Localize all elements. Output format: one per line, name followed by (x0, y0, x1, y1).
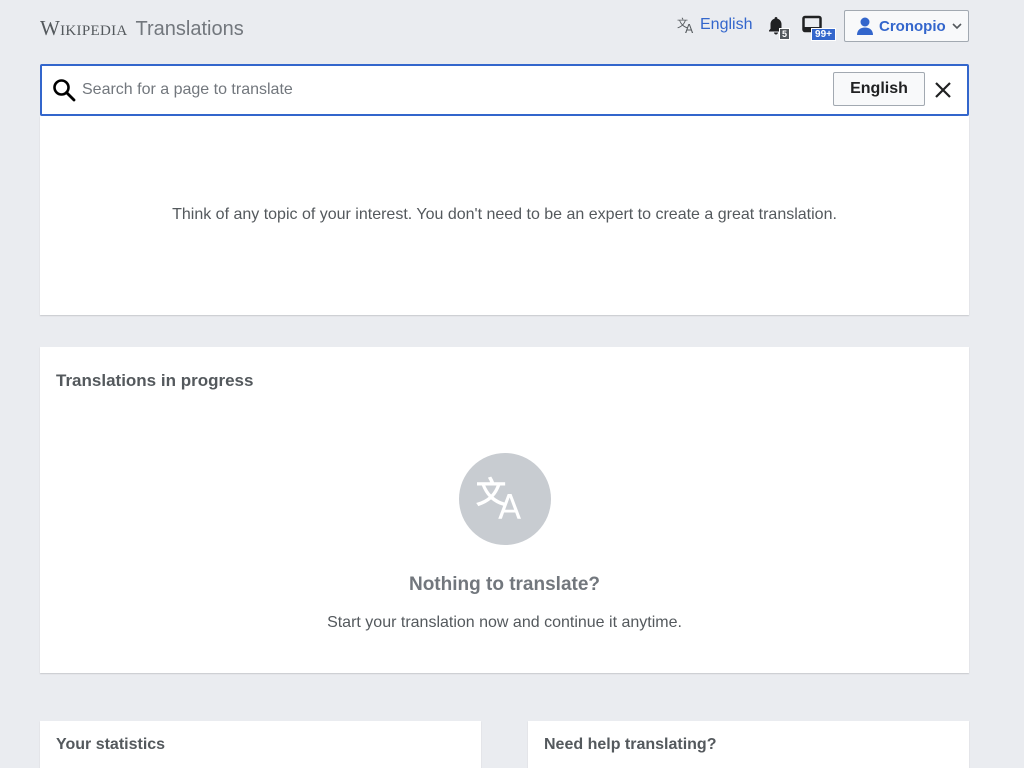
svg-text:A: A (498, 488, 521, 523)
close-icon[interactable] (931, 78, 955, 102)
statistics-card: Your statistics (40, 721, 481, 768)
suggestions-hint: Think of any topic of your interest. You… (172, 205, 837, 223)
notices-button[interactable]: 99+ (802, 15, 836, 41)
translate-icon: 文 A (476, 476, 521, 523)
user-icon (857, 17, 873, 35)
user-menu-button[interactable]: Cronopio (844, 10, 969, 42)
user-name[interactable]: Cronopio (879, 18, 946, 35)
empty-state-illustration: 文 A (459, 453, 551, 545)
notifications-count-badge: 5 (778, 28, 790, 40)
translations-in-progress-card: Translations in progress 文 A Nothing to … (40, 347, 969, 673)
source-language-button[interactable]: English (833, 72, 925, 106)
page-title: Translations (135, 18, 244, 40)
chevron-down-icon (952, 23, 962, 30)
svg-text:A: A (685, 22, 694, 34)
interface-language-selector[interactable]: 文 A English (677, 16, 752, 34)
help-card: Need help translating? (528, 721, 969, 768)
search-bar: English (40, 64, 969, 116)
brand[interactable]: Wikipedia Translations (40, 16, 244, 41)
search-suggestions-panel: Think of any topic of your interest. You… (40, 116, 969, 315)
top-bar: Wikipedia Translations 文 A English 5 99+… (40, 10, 969, 44)
notices-count-badge: 99+ (811, 28, 836, 41)
wikipedia-wordmark[interactable]: Wikipedia (40, 16, 128, 41)
search-input[interactable] (82, 74, 822, 106)
statistics-title: Your statistics (56, 736, 166, 753)
search-icon (53, 79, 76, 102)
empty-state-subtitle: Start your translation now and continue … (327, 614, 682, 631)
interface-language-label[interactable]: English (700, 16, 752, 34)
card-title: Translations in progress (56, 371, 254, 390)
help-title: Need help translating? (544, 736, 717, 753)
empty-state-title: Nothing to translate? (408, 574, 601, 595)
translate-icon: 文 A (677, 16, 694, 34)
notifications-button[interactable]: 5 (766, 16, 790, 40)
